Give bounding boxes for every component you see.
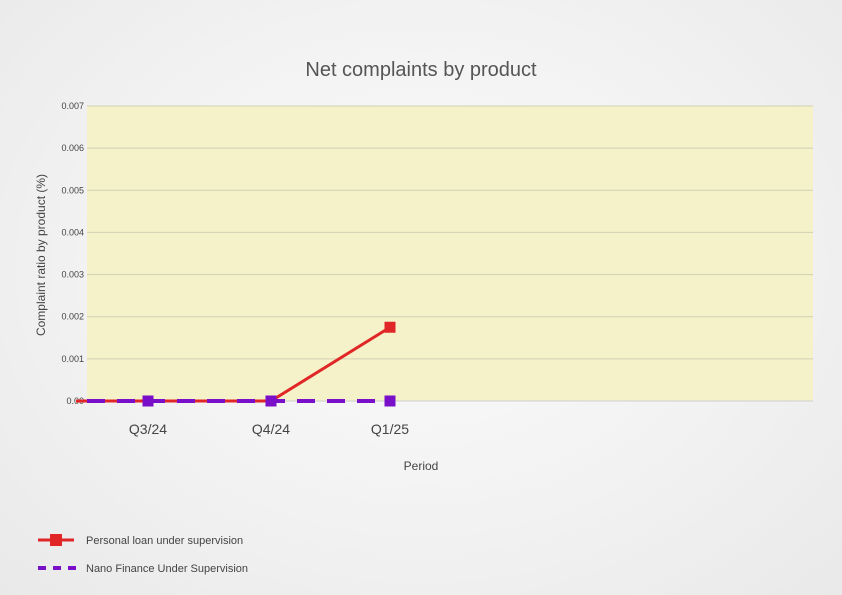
x-axis-ticks: Q3/24 Q4/24 Q1/25 — [129, 421, 409, 437]
x-tick-label: Q1/25 — [371, 421, 409, 437]
legend-label: Nano Finance Under Supervision — [86, 563, 248, 575]
legend-item: Personal loan under supervision — [38, 534, 243, 547]
legend-item: Nano Finance Under Supervision — [38, 563, 248, 575]
chart-canvas: Net complaints by product 0.000.0010.002… — [34, 59, 813, 575]
y-tick-label: 0.004 — [61, 227, 84, 237]
data-point — [142, 395, 154, 407]
plot-background — [87, 106, 813, 401]
x-axis-label: Period — [404, 459, 439, 473]
x-tick-label: Q3/24 — [129, 421, 167, 437]
y-tick-label: 0.007 — [61, 101, 84, 111]
y-tick-label: 0.002 — [61, 312, 84, 322]
y-axis-ticks: 0.000.0010.0020.0030.0040.0050.0060.007 — [61, 101, 84, 406]
chart-title: Net complaints by product — [305, 59, 537, 81]
y-tick-label: 0.005 — [61, 185, 84, 195]
data-point — [384, 321, 396, 333]
plot-area — [87, 105, 813, 402]
y-axis-label: Complaint ratio by product (%) — [34, 174, 48, 336]
legend: Personal loan under supervision Nano Fina… — [38, 534, 248, 575]
data-point — [265, 395, 277, 407]
data-point — [384, 395, 396, 407]
x-tick-label: Q4/24 — [252, 421, 290, 437]
y-tick-label: 0.006 — [61, 143, 84, 153]
legend-marker — [50, 534, 62, 546]
y-tick-label: 0.001 — [61, 354, 84, 364]
y-tick-label: 0.003 — [61, 270, 84, 280]
legend-label: Personal loan under supervision — [86, 535, 243, 547]
